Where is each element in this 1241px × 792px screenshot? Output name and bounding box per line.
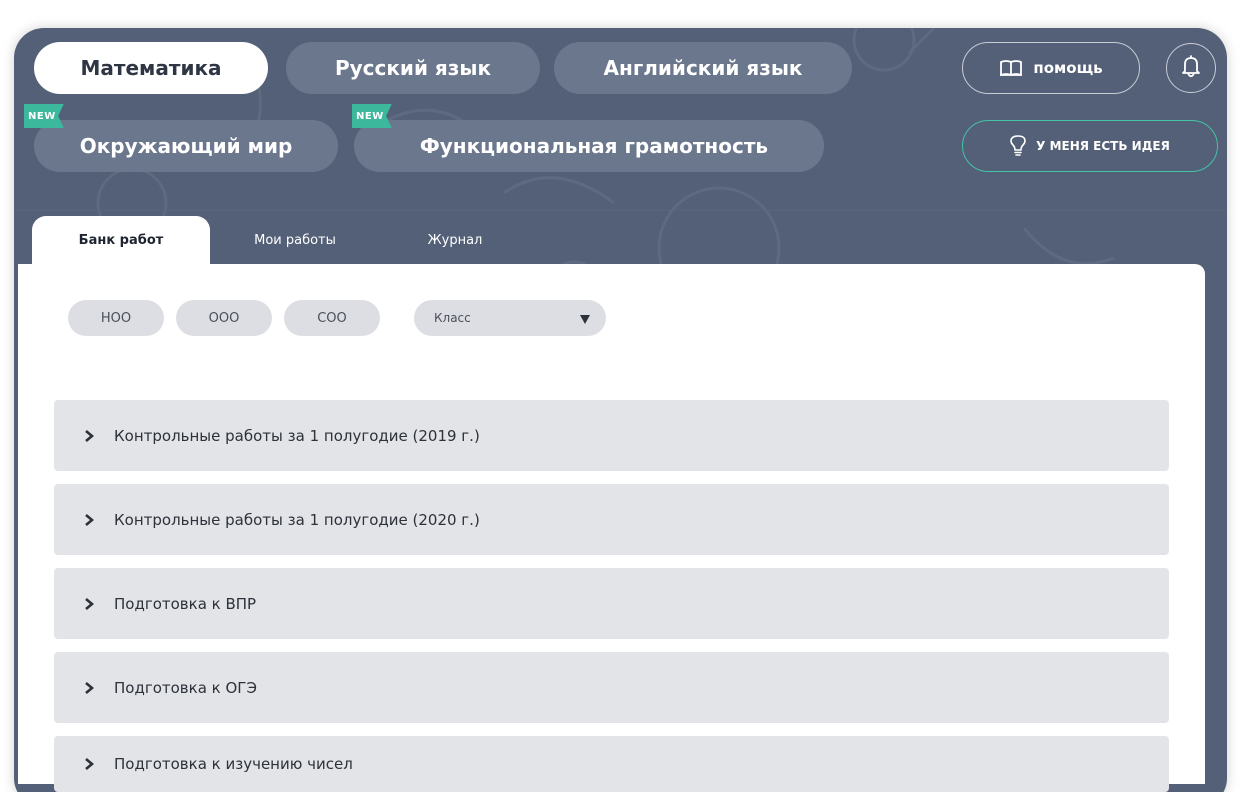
- lightbulb-icon: [1010, 135, 1026, 157]
- subject-label: Окружающий мир: [79, 134, 293, 158]
- subject-pill-russian[interactable]: Русский язык: [286, 42, 540, 94]
- section-item[interactable]: Подготовка к ВПР: [54, 568, 1169, 639]
- notifications-button[interactable]: [1166, 43, 1216, 93]
- book-icon: [999, 59, 1023, 77]
- section-label: Подготовка к ВПР: [114, 594, 257, 613]
- section-item[interactable]: Подготовка к ОГЭ: [54, 652, 1169, 723]
- subject-pill-mathematics[interactable]: Математика: [34, 42, 268, 94]
- new-badge: NEW: [24, 104, 64, 128]
- tab-my-works[interactable]: Мои работы: [220, 216, 370, 264]
- tab-journal[interactable]: Журнал: [390, 216, 520, 264]
- help-label: помощь: [1033, 59, 1103, 77]
- subject-label: Русский язык: [334, 56, 492, 80]
- class-select-value: Класс: [434, 311, 471, 325]
- triangle-down-icon: [580, 313, 590, 327]
- chevron-right-icon: [84, 681, 106, 695]
- subject-pill-english[interactable]: Английский язык: [554, 42, 852, 94]
- subject-label: Математика: [80, 56, 222, 80]
- filter-chip-soo[interactable]: СОО: [284, 300, 380, 336]
- subject-label: Функциональная грамотность: [419, 134, 769, 158]
- bell-icon: [1180, 54, 1202, 82]
- new-badge: NEW: [352, 104, 392, 128]
- section-label: Подготовка к ОГЭ: [114, 678, 257, 697]
- tab-work-bank[interactable]: Банк работ: [32, 216, 210, 264]
- section-item[interactable]: Подготовка к изучению чисел: [54, 736, 1169, 792]
- idea-label: у меня есть идея: [1036, 139, 1170, 153]
- subject-pill-world[interactable]: Окружающий мир: [34, 120, 338, 172]
- section-label: Подготовка к изучению чисел: [114, 755, 353, 773]
- chevron-right-icon: [84, 757, 106, 771]
- filter-chip-ooo[interactable]: ООО: [176, 300, 272, 336]
- section-label: Контрольные работы за 1 полугодие (2020 …: [114, 510, 480, 529]
- subject-label: Английский язык: [603, 56, 803, 80]
- subject-pill-functional-literacy[interactable]: Функциональная грамотность: [354, 120, 824, 172]
- help-button[interactable]: помощь: [962, 42, 1140, 94]
- filter-chip-noo[interactable]: НОО: [68, 300, 164, 336]
- chevron-right-icon: [84, 429, 106, 443]
- chevron-right-icon: [84, 597, 106, 611]
- idea-button[interactable]: у меня есть идея: [962, 120, 1218, 172]
- section-label: Контрольные работы за 1 полугодие (2019 …: [114, 426, 480, 445]
- section-item[interactable]: Контрольные работы за 1 полугодие (2020 …: [54, 484, 1169, 555]
- chevron-right-icon: [84, 513, 106, 527]
- section-item[interactable]: Контрольные работы за 1 полугодие (2019 …: [54, 400, 1169, 471]
- class-select[interactable]: Класс: [414, 300, 606, 336]
